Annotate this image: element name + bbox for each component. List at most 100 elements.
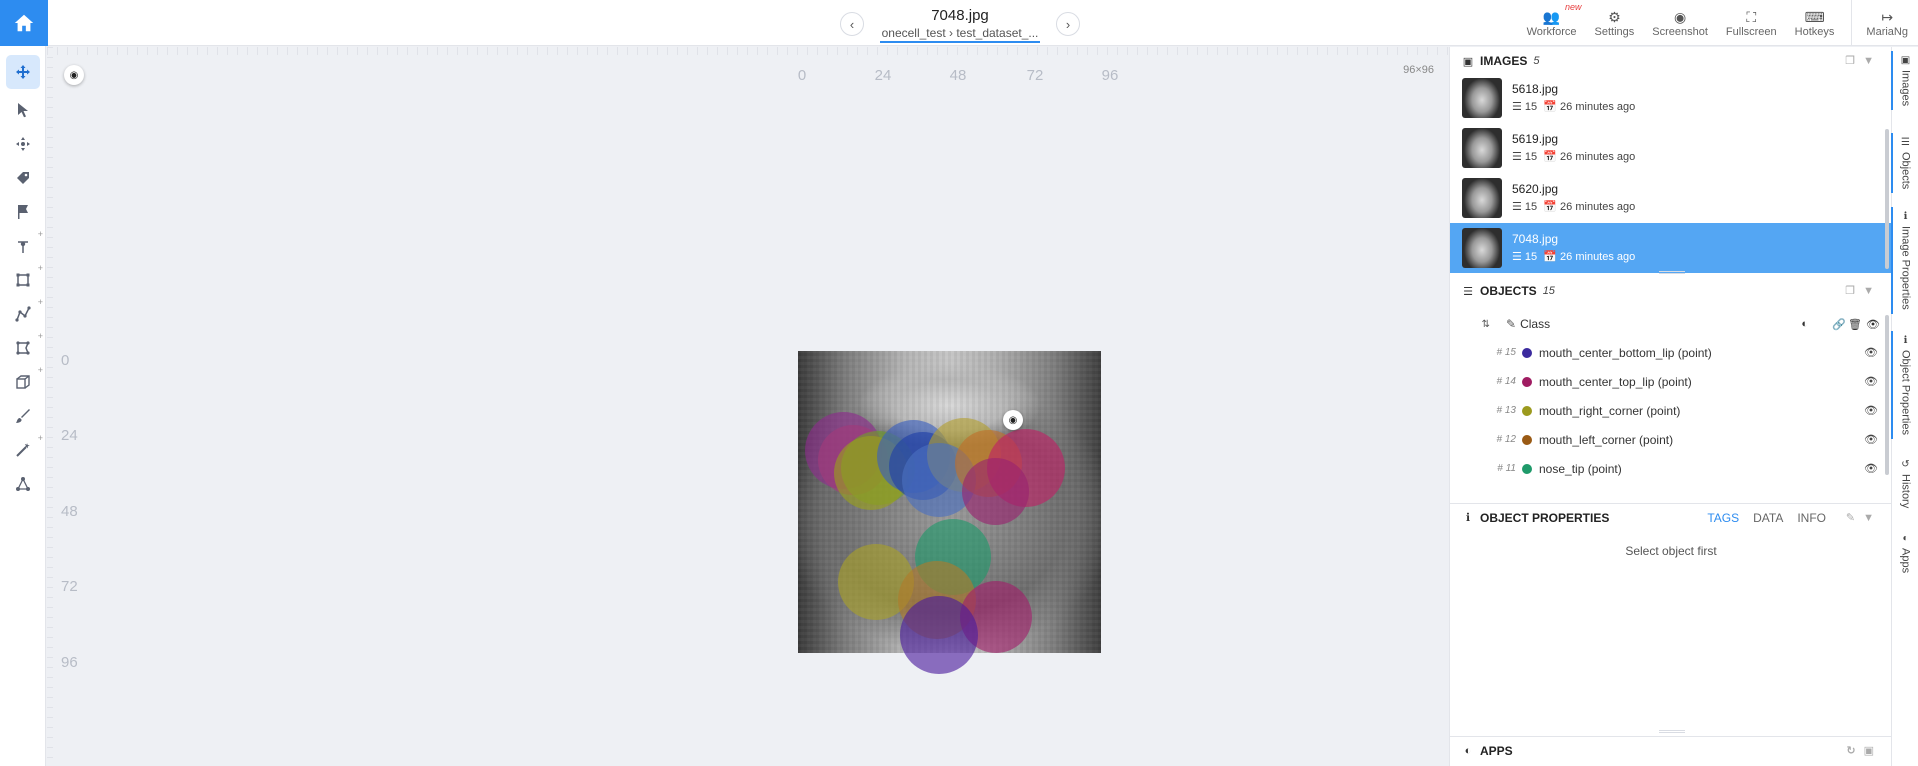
flag-tool-button[interactable]	[6, 195, 40, 229]
object-properties-header: ℹ OBJECT PROPERTIES TAGS DATA INFO ✎▼	[1450, 503, 1892, 531]
eye-icon[interactable]: 👁	[1864, 433, 1878, 446]
user-menu-button[interactable]: ↦ MariaNg	[1851, 0, 1918, 46]
point-icon	[18, 241, 28, 253]
images-count: 5	[1533, 55, 1540, 67]
objects-column-header: ⇅ ✎ Class ◐ 🔗 🗑 👁	[1450, 310, 1892, 338]
graph-tool-button[interactable]	[6, 467, 40, 501]
home-button[interactable]	[0, 0, 48, 46]
apps-header-actions[interactable]: ↻▣	[1846, 744, 1882, 757]
image-name: 5618.jpg	[1512, 81, 1559, 96]
vtab-images[interactable]: ▣ Images	[1891, 50, 1918, 111]
image-list-item[interactable]: 5619.jpg ☰ 15 📅 26 minutes ago	[1450, 123, 1892, 173]
fullscreen-icon: ⛶	[1746, 9, 1757, 25]
cuboid-tool-button[interactable]: +	[6, 365, 43, 399]
class-column-label[interactable]: Class	[1520, 317, 1550, 331]
tag-tool-button[interactable]	[6, 161, 40, 195]
settings-button[interactable]: ⚙ Settings	[1586, 0, 1644, 46]
left-toolbar: + + + + + +	[0, 46, 46, 766]
magic-wand-tool-button[interactable]: +	[6, 433, 43, 467]
objects-scrollbar[interactable]	[1885, 315, 1889, 475]
hotkeys-button[interactable]: ⌨ Hotkeys	[1786, 0, 1844, 46]
move-points-tool-button[interactable]	[6, 127, 40, 161]
image-dimensions: 96×96	[1403, 64, 1434, 76]
sort-icon[interactable]: ⇅	[1450, 319, 1490, 330]
image-list-item[interactable]: 5620.jpg ☰ 15 📅 26 minutes ago	[1450, 173, 1892, 223]
point-tool-button[interactable]: +	[6, 229, 43, 263]
screenshot-label: Screenshot	[1652, 26, 1708, 38]
hotkeys-label: Hotkeys	[1794, 26, 1835, 38]
object-list-item[interactable]: # 15 mouth_center_bottom_lip (point) 👁	[1450, 338, 1892, 367]
info-icon: ℹ	[1465, 512, 1471, 524]
objects-header-actions[interactable]: ❐▼	[1845, 284, 1882, 297]
images-header-actions[interactable]: ❐▼	[1845, 54, 1882, 67]
image-list-item[interactable]: 5618.jpg ☰ 15 📅 26 minutes ago	[1450, 73, 1892, 123]
vtab-image-properties[interactable]: ℹ Image Properties	[1891, 207, 1918, 314]
object-properties-title: OBJECT PROPERTIES	[1480, 510, 1610, 525]
properties-header-actions[interactable]: ✎▼	[1846, 511, 1882, 524]
layers-icon: ☰	[1901, 137, 1910, 148]
cuboid-icon	[16, 375, 30, 389]
polyline-tool-button[interactable]: +	[6, 297, 43, 331]
keypoint-marker[interactable]	[962, 458, 1029, 525]
object-list-item[interactable]: # 14 mouth_center_top_lip (point) 👁	[1450, 367, 1892, 396]
eye-icon[interactable]: 👁	[1864, 462, 1878, 475]
polygon-tool-button[interactable]: +	[6, 331, 43, 365]
fullscreen-button[interactable]: ⛶ Fullscreen	[1717, 0, 1786, 46]
link-icon[interactable]: 🔗	[1832, 318, 1846, 331]
select-tool-button[interactable]	[6, 93, 40, 127]
keypoint-marker[interactable]	[900, 596, 978, 674]
images-scrollbar[interactable]	[1885, 129, 1889, 269]
vtab-label: Images	[1899, 70, 1912, 107]
x-tick: 48	[949, 67, 967, 84]
eye-icon[interactable]: 👁	[1866, 318, 1880, 331]
previous-image-button[interactable]: ‹	[840, 12, 864, 36]
objects-panel-header: ☰ OBJECTS 15 ❐▼	[1450, 277, 1892, 305]
palette-icon[interactable]: ◐	[1801, 318, 1808, 330]
image-meta: ☰ 15 📅 26 minutes ago	[1512, 200, 1636, 213]
tab-info[interactable]: INFO	[1797, 511, 1826, 525]
plus-icon: +	[37, 365, 43, 375]
tab-tags[interactable]: TAGS	[1707, 511, 1739, 525]
pan-icon	[16, 65, 30, 79]
image-meta: ☰ 15 📅 26 minutes ago	[1512, 250, 1636, 263]
tab-data[interactable]: DATA	[1753, 511, 1783, 525]
palette-icon: ◐	[1464, 744, 1472, 757]
vertical-tab-strip: ▣ Images ☰ Objects ℹ Image Properties ℹ …	[1891, 47, 1918, 766]
trash-icon[interactable]: 🗑	[1848, 318, 1862, 331]
new-badge: new	[1565, 2, 1582, 12]
object-list-item[interactable]: # 12 mouth_left_corner (point) 👁	[1450, 425, 1892, 454]
image-list-item-selected[interactable]: 7048.jpg ☰ 15 📅 26 minutes ago	[1450, 223, 1892, 273]
breadcrumb[interactable]: onecell_test › test_dataset_...	[879, 26, 1041, 43]
eye-icon[interactable]: 👁	[1864, 346, 1878, 359]
workforce-button[interactable]: new 👥 Workforce	[1518, 0, 1586, 46]
panel-resize-handle[interactable]	[1659, 271, 1685, 274]
tag-icon	[17, 172, 29, 184]
screenshot-button[interactable]: ◉ Screenshot	[1643, 0, 1717, 46]
vtab-label: Objects	[1899, 152, 1912, 190]
plus-icon: +	[37, 263, 43, 273]
vtab-history[interactable]: ↺ History	[1892, 459, 1918, 508]
vtab-objects[interactable]: ☰ Objects	[1891, 132, 1918, 194]
object-list-item[interactable]: # 11 nose_tip (point) 👁	[1450, 454, 1892, 483]
image-meta: ☰ 15 📅 26 minutes ago	[1512, 150, 1636, 163]
object-number: # 14	[1496, 376, 1516, 387]
object-list-item[interactable]: # 13 mouth_right_corner (point) 👁	[1450, 396, 1892, 425]
panel-resize-handle[interactable]	[1659, 730, 1685, 733]
next-image-button[interactable]: ›	[1055, 12, 1080, 36]
pan-tool-button[interactable]	[6, 55, 40, 89]
object-tag-icon[interactable]: ◉	[1003, 410, 1023, 430]
eye-icon[interactable]: 👁	[1864, 375, 1878, 388]
brush-tool-button[interactable]	[6, 399, 40, 433]
x-tick: 24	[874, 67, 892, 84]
annotation-canvas[interactable]: ◉ 0 24 48 72 96 0 24 48 72 96 96×96 ◉	[47, 47, 1448, 766]
vtab-apps[interactable]: ◐ Apps	[1892, 533, 1918, 573]
rectangle-tool-button[interactable]: +	[6, 263, 43, 297]
logout-icon: ↦	[1881, 9, 1894, 25]
image-frame[interactable]: ◉	[798, 351, 1101, 674]
keyboard-icon: ⌨	[1804, 9, 1825, 25]
image-thumbnail	[1462, 178, 1502, 218]
ruler-top	[47, 47, 1448, 55]
image-tag-icon[interactable]: ◉	[64, 65, 84, 85]
eye-icon[interactable]: 👁	[1864, 404, 1878, 417]
vtab-object-properties[interactable]: ℹ Object Properties	[1891, 331, 1918, 439]
